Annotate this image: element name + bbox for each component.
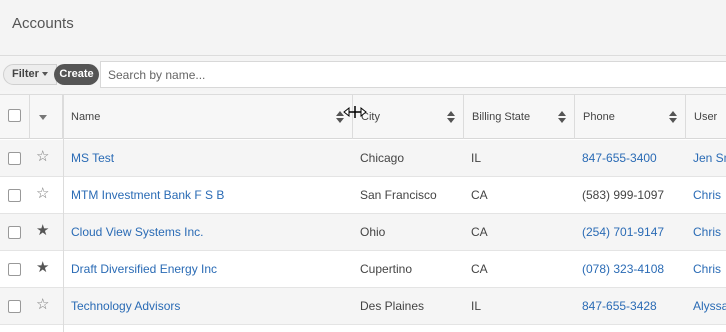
sort-icon[interactable] [558, 111, 566, 123]
column-label: User [694, 111, 718, 123]
bulk-actions-dropdown[interactable] [30, 95, 63, 139]
phone-cell[interactable]: (254) 701-9147 [582, 225, 684, 239]
user-link[interactable]: Jen Smith [693, 151, 726, 165]
star-icon[interactable]: ☆ [36, 297, 49, 313]
table-row[interactable]: ☆ MTM Investment Bank F S B San Francisco C… [0, 177, 726, 214]
city-cell: Chicago [360, 151, 405, 165]
user-link[interactable]: Chris [693, 188, 726, 202]
city-cell: Ohio [360, 225, 386, 239]
phone-cell[interactable]: 847-655-3428 [582, 299, 684, 313]
user-link[interactable]: Chris [693, 225, 726, 239]
city-cell: Des Plaines [360, 299, 425, 313]
phone-cell[interactable]: 847-655-3400 [582, 151, 684, 165]
select-all-cell [0, 95, 30, 139]
search-input[interactable] [100, 61, 726, 88]
billing-state-cell: CA [471, 225, 488, 239]
account-name-link[interactable]: Draft Diversified Energy Inc [71, 262, 351, 276]
column-header-billing-state[interactable]: Billing State [464, 95, 575, 139]
column-divider [63, 95, 64, 332]
select-all-checkbox[interactable] [8, 109, 21, 122]
star-icon[interactable]: ☆ [36, 186, 49, 202]
billing-state-cell: CA [471, 262, 488, 276]
table-row[interactable]: ★ Cloud View Systems Inc. Ohio CA (254) 701-… [0, 214, 726, 251]
row-checkbox[interactable] [8, 189, 21, 202]
column-header-phone[interactable]: Phone [575, 95, 686, 139]
star-icon[interactable]: ☆ [36, 149, 49, 165]
create-button[interactable]: Create [54, 64, 99, 85]
filter-label: Filter [12, 68, 39, 80]
city-cell: Cupertino [360, 262, 413, 276]
star-icon[interactable]: ★ [36, 260, 49, 276]
account-name-link[interactable]: Technology Advisors [71, 299, 351, 313]
page-title: Accounts [12, 15, 74, 32]
accounts-table: Name City Billing State Phone User ☆ MS T… [0, 94, 726, 332]
sort-icon[interactable] [447, 111, 455, 123]
account-name-link[interactable]: MS Test [71, 151, 351, 165]
billing-state-cell: IL [471, 151, 482, 165]
table-header: Name City Billing State Phone User [0, 95, 726, 139]
row-checkbox[interactable] [8, 152, 21, 165]
user-link[interactable]: Chris [693, 262, 726, 276]
phone-cell[interactable]: (078) 323-4108 [582, 262, 684, 276]
account-name-link[interactable]: Cloud View Systems Inc. [71, 225, 351, 239]
account-name-link[interactable]: MTM Investment Bank F S B [71, 188, 351, 202]
row-checkbox[interactable] [8, 300, 21, 313]
user-link[interactable]: Alyssa [693, 299, 726, 313]
billing-state-cell: CA [471, 188, 488, 202]
table-row[interactable]: ☆ Technology Advisors Des Plaines IL 847-655… [0, 288, 726, 325]
page-header: Accounts [0, 0, 726, 56]
star-icon[interactable]: ★ [36, 223, 49, 239]
column-label: Name [71, 111, 101, 123]
phone-cell: (583) 999-1097 [582, 188, 665, 202]
sort-icon[interactable] [669, 111, 677, 123]
row-checkbox[interactable] [8, 263, 21, 276]
column-resize-cursor-icon [343, 106, 367, 118]
toolbar: Filter Create [0, 57, 726, 91]
city-cell: San Francisco [360, 188, 437, 202]
chevron-down-icon [39, 115, 47, 120]
column-label: Phone [583, 111, 615, 123]
column-header-name[interactable]: Name [63, 95, 353, 139]
filter-button[interactable]: Filter [3, 64, 57, 85]
column-header-city[interactable]: City [353, 95, 464, 139]
column-label: Billing State [472, 111, 531, 123]
table-row[interactable]: ☆ MS Test Chicago IL 847-655-3400 Jen Smith [0, 140, 726, 177]
row-checkbox[interactable] [8, 226, 21, 239]
column-header-user[interactable]: User [686, 95, 726, 139]
table-row[interactable]: ★ Draft Diversified Energy Inc Cupertino CA… [0, 251, 726, 288]
chevron-down-icon [41, 72, 48, 77]
billing-state-cell: IL [471, 299, 482, 313]
